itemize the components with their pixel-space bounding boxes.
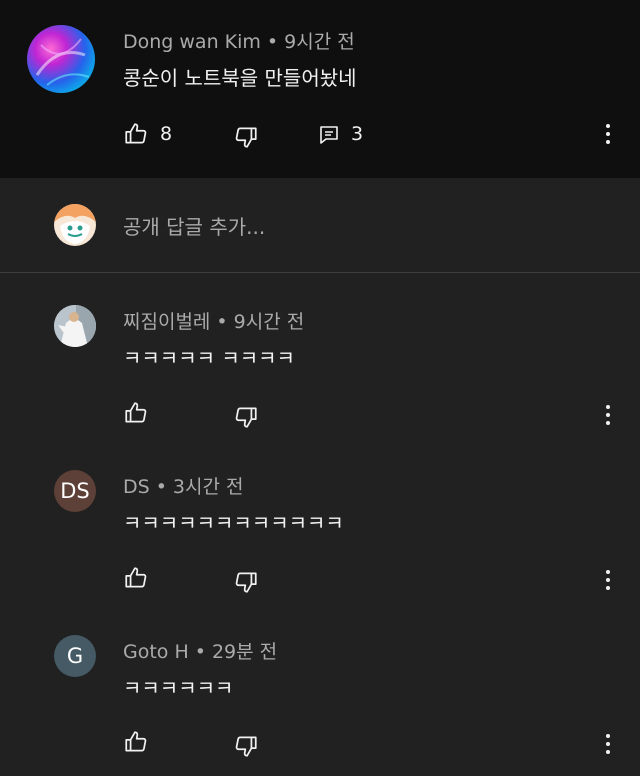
separator-dot: • (194, 641, 206, 663)
avatar[interactable] (54, 305, 96, 347)
comment-text: ㅋㅋㅋㅋㅋㅋ (123, 676, 234, 700)
dislike-button[interactable] (231, 567, 261, 597)
comment-meta: DS • 3시간 전 (123, 472, 244, 499)
author-name[interactable]: DS (123, 476, 150, 498)
separator-dot: • (266, 31, 279, 53)
more-vert-icon[interactable] (598, 119, 618, 149)
avatar[interactable] (27, 25, 95, 93)
comment-text: ㅋㅋㅋㅋㅋㅋㅋㅋㅋㅋㅋㅋ (123, 511, 344, 535)
thumb-up-icon (125, 402, 147, 423)
like-button[interactable] (121, 727, 151, 757)
like-button[interactable] (121, 563, 151, 593)
more-vert-icon[interactable] (598, 729, 618, 759)
author-name[interactable]: Dong wan Kim (123, 31, 261, 53)
avatar[interactable]: DS (54, 470, 96, 512)
reply-icon (320, 126, 338, 144)
thumb-down-icon (235, 407, 257, 428)
dislike-button[interactable] (231, 402, 261, 432)
comment-meta: Dong wan Kim • 9시간 전 (123, 27, 355, 54)
avatar[interactable]: G (54, 635, 96, 677)
reply-button[interactable] (314, 120, 344, 150)
like-count: 8 (160, 123, 173, 145)
reply-count: 3 (351, 123, 364, 145)
comment-meta: 찌짐이벌레 • 9시간 전 (123, 307, 304, 334)
dislike-button[interactable] (231, 122, 261, 152)
like-button[interactable] (121, 119, 151, 149)
thumb-down-icon (235, 127, 257, 148)
separator-dot: • (155, 476, 167, 498)
more-vert-icon[interactable] (598, 565, 618, 595)
author-name[interactable]: Goto H (123, 641, 189, 663)
timestamp[interactable]: 3시간 전 (173, 476, 244, 498)
like-button[interactable] (121, 398, 151, 428)
dislike-button[interactable] (231, 731, 261, 761)
comment-text: 콩순이 노트북을 만들어놨네 (123, 66, 357, 90)
comment-meta: Goto H • 29분 전 (123, 637, 277, 664)
thumb-up-icon (125, 123, 147, 144)
timestamp[interactable]: 29분 전 (212, 641, 277, 663)
reply-input[interactable]: 공개 답글 추가... (123, 211, 265, 240)
thumb-down-icon (235, 572, 257, 593)
separator-dot: • (216, 311, 228, 333)
timestamp[interactable]: 9시간 전 (284, 31, 355, 53)
more-vert-icon[interactable] (598, 400, 618, 430)
reply-input-bar (0, 178, 640, 273)
author-name[interactable]: 찌짐이벌레 (123, 311, 210, 333)
thumb-down-icon (235, 736, 257, 757)
thumb-up-icon (125, 567, 147, 588)
comment-text: ㅋㅋㅋㅋㅋ ㅋㅋㅋㅋ (123, 346, 295, 370)
user-avatar (54, 204, 96, 246)
thumb-up-icon (125, 731, 147, 752)
timestamp[interactable]: 9시간 전 (234, 311, 305, 333)
